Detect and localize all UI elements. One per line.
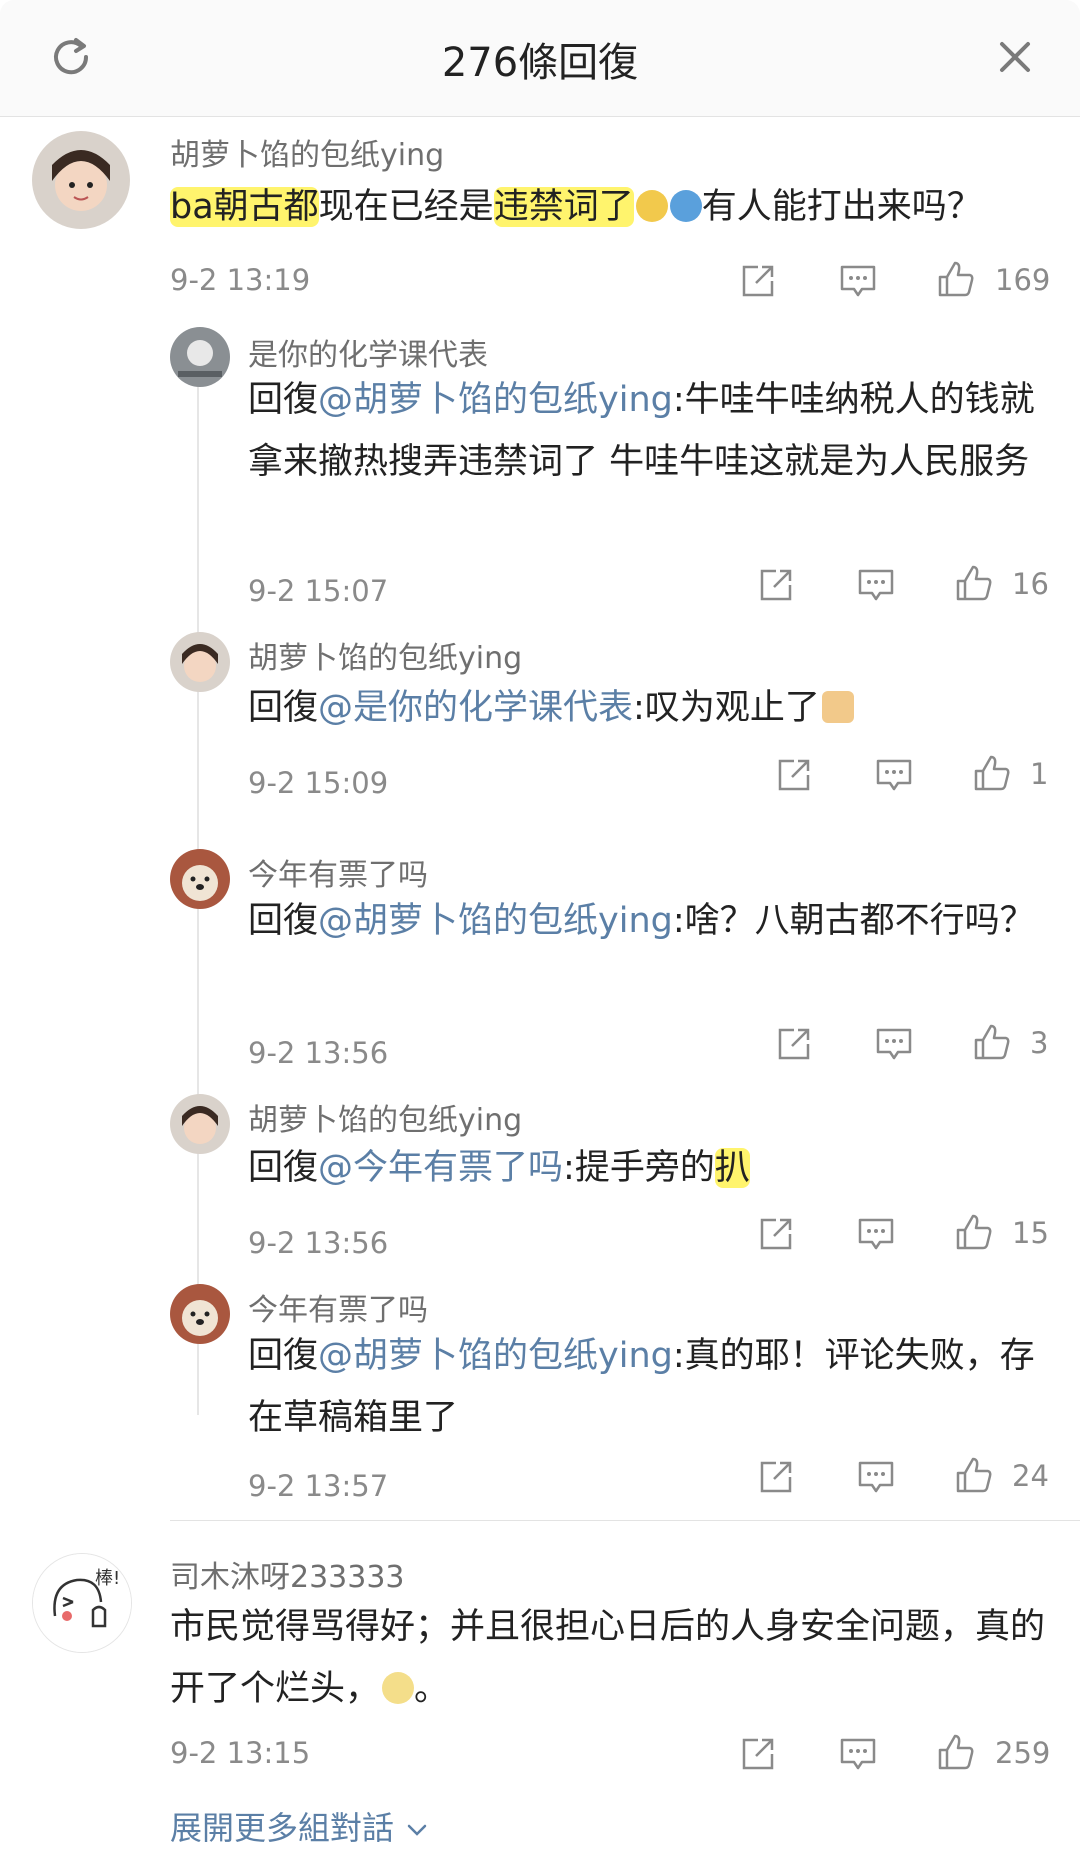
reply-author[interactable]: 胡萝卜馅的包纸ying [248,633,522,677]
mention-link[interactable]: @胡萝卜馅的包纸ying [318,380,673,420]
header: 276條回復 [0,0,1080,117]
comment-text: 市民觉得骂得好；并且很担心日后的人身安全问题，真的开了个烂头，。 [170,1607,1046,1709]
like-icon[interactable] [936,259,976,299]
reply-text: 回復@胡萝卜馅的包纸ying:啥？八朝古都不行吗？ [248,901,1035,941]
comment-text: ba朝古都现在已经是违禁词了 有人能打出来吗？ [170,187,982,227]
avatar[interactable] [170,849,230,909]
like-count: 1 [1030,757,1049,791]
reply-time: 9-2 13:56 [248,1226,389,1260]
highlighted-text: 扒 [714,1148,750,1188]
mention-link[interactable]: @胡萝卜馅的包纸ying [318,901,673,941]
reply-time: 9-2 13:56 [248,1036,389,1070]
avatar[interactable] [170,1094,230,1154]
comment-icon[interactable] [838,261,878,301]
share-icon[interactable] [756,1214,796,1254]
expand-more-link[interactable]: 展開更多組對話 [170,1803,430,1849]
reply-author[interactable]: 今年有票了吗 [248,850,428,894]
share-icon[interactable] [756,1457,796,1497]
comment-time: 9-2 13:19 [170,263,311,297]
reply-text: 回復@胡萝卜馅的包纸ying:牛哇牛哇纳税人的钱就拿来撤热搜弄违禁词了 牛哇牛哇… [248,380,1035,482]
avatar[interactable] [170,327,230,387]
dizzy-face-emoji-icon [635,190,668,222]
comment-icon[interactable] [856,565,896,605]
mention-link[interactable]: @胡萝卜馅的包纸ying [318,1336,673,1376]
reply-author[interactable]: 是你的化学课代表 [248,330,488,374]
reply-text: 回復@是你的化学课代表:叹为观止了 [248,677,1048,739]
like-icon[interactable] [954,1455,994,1495]
like-icon[interactable] [936,1732,976,1772]
like-icon[interactable] [954,563,994,603]
comment-icon[interactable] [874,755,914,795]
shocked-face-emoji-icon [669,190,702,222]
like-count: 16 [1012,567,1049,601]
highlighted-text: 违禁词了 [493,187,634,227]
page-title: 276條回復 [441,40,639,86]
share-icon[interactable] [774,755,814,795]
reply-time: 9-2 13:57 [248,1469,389,1503]
reply-time: 9-2 15:07 [248,574,389,608]
reply-author[interactable]: 胡萝卜馅的包纸ying [248,1095,522,1139]
like-icon[interactable] [972,1022,1012,1062]
reply-time: 9-2 15:09 [248,766,389,800]
like-icon[interactable] [954,1212,994,1252]
like-count: 259 [995,1736,1051,1770]
share-icon[interactable] [756,565,796,605]
like-icon[interactable] [972,753,1012,793]
comment-icon[interactable] [838,1734,878,1774]
reply-text: 回復@今年有票了吗:提手旁的扒 [248,1148,750,1188]
highlighted-text: ba朝古都 [170,187,319,227]
mention-link[interactable]: @今年有票了吗 [318,1148,563,1188]
comment-author[interactable]: 胡萝卜馅的包纸ying [170,130,444,174]
avatar[interactable] [32,131,130,229]
divider [170,1520,1080,1521]
comment-time: 9-2 13:15 [170,1736,311,1770]
like-count: 3 [1030,1026,1049,1060]
comment-icon[interactable] [856,1214,896,1254]
like-count: 24 [1012,1459,1049,1493]
share-icon[interactable] [774,1024,814,1064]
like-count: 169 [995,263,1051,297]
share-icon[interactable] [738,1734,778,1774]
share-icon[interactable] [738,261,778,301]
avatar[interactable] [170,632,230,692]
close-icon[interactable] [990,32,1040,82]
like-count: 15 [1012,1216,1049,1250]
thumbs-up-emoji-icon [821,691,854,723]
comment-icon[interactable] [874,1024,914,1064]
mention-link[interactable]: @是你的化学课代表 [318,688,633,728]
reply-author[interactable]: 今年有票了吗 [248,1285,428,1329]
comment-icon[interactable] [856,1457,896,1497]
avatar[interactable]: 棒! [32,1553,132,1653]
chevron-down-icon [407,1824,427,1836]
avatar[interactable] [170,1284,230,1344]
comment-author[interactable]: 司木沐呀233333 [170,1552,405,1596]
reply-text: 回復@胡萝卜馅的包纸ying:真的耶！评论失败，存在草稿箱里了 [248,1336,1035,1438]
face-emoji-icon [382,1672,415,1704]
avatar-text: 棒! [95,1568,120,1589]
